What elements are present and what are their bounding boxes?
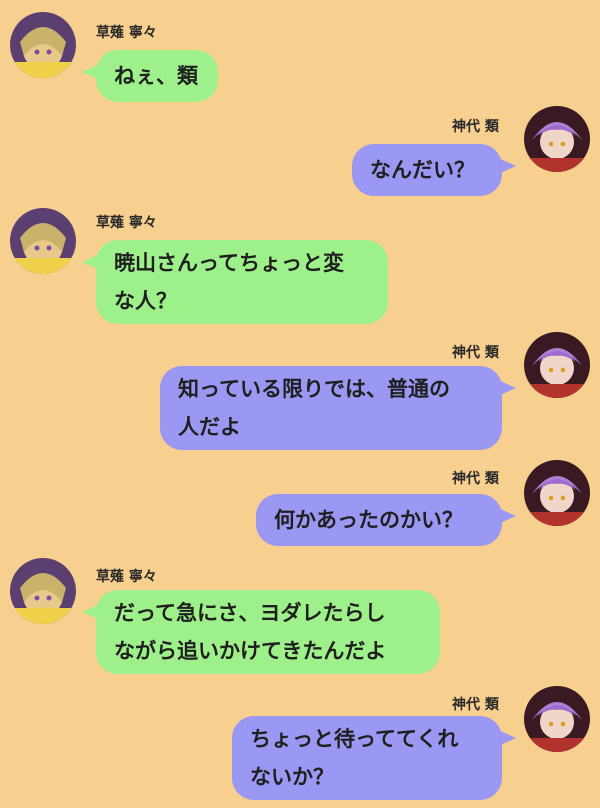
nene-avatar-icon[interactable] bbox=[10, 208, 76, 274]
message-bubble[interactable]: だって急にさ、ヨダレたらし ながら追いかけてきたんだよ bbox=[82, 590, 440, 674]
sender-name: 神代 類 bbox=[452, 345, 499, 361]
message-bubble[interactable]: なんだい？ bbox=[352, 144, 516, 196]
rui-avatar-icon[interactable] bbox=[524, 460, 590, 526]
rui-avatar-icon[interactable] bbox=[524, 106, 590, 172]
message-bubble[interactable]: ちょっと待っててくれ ないか？ bbox=[232, 716, 516, 800]
message-bubble[interactable]: ねぇ、類 bbox=[82, 50, 218, 102]
sender-name: 草薙 寧々 bbox=[96, 569, 157, 585]
rui-avatar-icon[interactable] bbox=[524, 332, 590, 398]
message-bubble[interactable]: 暁山さんってちょっと変 な人？ bbox=[82, 240, 388, 324]
message-text: ねぇ、類 bbox=[114, 64, 198, 88]
message-bubble[interactable]: 何かあったのかい？ bbox=[256, 494, 516, 546]
sender-name: 神代 類 bbox=[452, 471, 499, 487]
nene-avatar-icon[interactable] bbox=[10, 558, 76, 624]
message-text: ちょっと待っててくれ ないか？ bbox=[250, 727, 459, 789]
sender-name: 神代 類 bbox=[452, 697, 499, 713]
rui-avatar-icon[interactable] bbox=[524, 686, 590, 752]
message-text: だって急にさ、ヨダレたらし ながら追いかけてきたんだよ bbox=[114, 601, 387, 663]
message-text: 暁山さんってちょっと変 な人？ bbox=[114, 251, 344, 313]
sender-name: 草薙 寧々 bbox=[96, 25, 157, 41]
nene-avatar-icon[interactable] bbox=[10, 12, 76, 78]
message-bubble[interactable]: 知っている限りでは、普通の 人だよ bbox=[160, 366, 516, 450]
message-text: なんだい？ bbox=[370, 158, 475, 182]
message-text: 知っている限りでは、普通の 人だよ bbox=[178, 377, 450, 439]
sender-name: 草薙 寧々 bbox=[96, 215, 157, 231]
sender-name: 神代 類 bbox=[452, 119, 499, 135]
message-text: 何かあったのかい？ bbox=[274, 508, 463, 532]
